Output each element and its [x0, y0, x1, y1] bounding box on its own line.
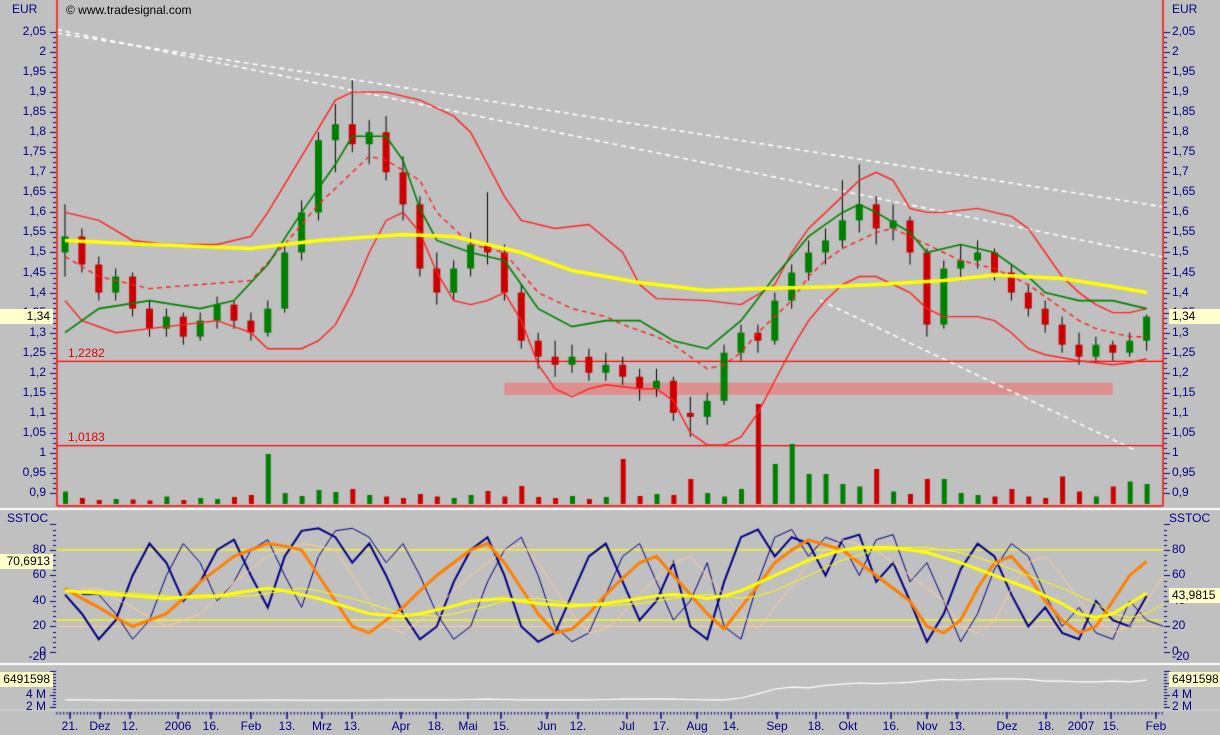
hline-upper-label: 1,2282 [68, 346, 105, 360]
date-tick-label: 17. [652, 719, 670, 733]
price-tick-label: 0,95 [22, 464, 46, 479]
date-tick-label: Feb [1145, 719, 1167, 733]
price-tick-label: 1,65 [1172, 184, 1196, 199]
price-tick-label: 1,2 [29, 364, 46, 379]
price-tick-label: 1,6 [1172, 204, 1189, 219]
price-tick-label: 2 [1172, 44, 1179, 59]
price-tick-label: 1,55 [22, 224, 46, 239]
price-tick-label: 1,25 [1172, 344, 1196, 359]
price-tick-label: 1,4 [29, 284, 46, 299]
volume-tick-label: 2 M [25, 699, 46, 713]
date-tick-label: Dez [996, 719, 1018, 733]
price-tick-label: 1,1 [1172, 404, 1189, 419]
date-tick-label: 13. [278, 719, 296, 733]
price-tick-label: 1,4 [1172, 284, 1189, 299]
price-tick-label: 1,05 [22, 424, 46, 439]
sstoc-current-value-left: 70,6913 [0, 554, 53, 569]
price-tick-label: 1,1 [29, 404, 46, 419]
date-tick-label: 18. [427, 719, 445, 733]
price-tick-label: 1,8 [1172, 124, 1189, 139]
chart-canvas[interactable] [0, 0, 1220, 735]
price-tick-label: 1,9 [29, 84, 46, 99]
price-tick-label: 2,05 [1172, 24, 1196, 38]
price-tick-label: 1,75 [22, 144, 46, 159]
date-tick-label: 14. [722, 719, 740, 733]
price-current-value-left: 1,34 [0, 309, 53, 324]
date-tick-label: 13. [343, 719, 361, 733]
hline-lower-label: 1,0183 [68, 430, 105, 444]
date-tick-label: Okt [838, 719, 858, 733]
price-tick-label: 1,3 [1172, 324, 1189, 339]
volume-current-value-left: 6491598 [0, 672, 53, 687]
price-tick-label: 1,7 [1172, 164, 1189, 179]
price-tick-label: 1,7 [29, 164, 46, 179]
date-tick-label: Jul [619, 719, 635, 733]
date-tick-label: 12. [569, 719, 587, 733]
price-tick-label: 1,45 [22, 264, 46, 279]
sstoc-tick-label: 40 [32, 592, 46, 607]
price-tick-label: 1,2 [1172, 364, 1189, 379]
price-tick-label: 1,6 [29, 204, 46, 219]
sstoc-tick-label: 60 [1172, 567, 1186, 582]
date-tick-label: 16. [882, 719, 900, 733]
price-tick-label: 1,85 [22, 104, 46, 119]
copyright-text: © www.tradesignal.com [66, 3, 192, 17]
date-tick-label: 12. [121, 719, 139, 733]
price-tick-label: 1,5 [29, 244, 46, 259]
sstoc-tick-label: 80 [1172, 541, 1186, 556]
sstoc-tick-label: -20 [28, 649, 46, 663]
price-tick-label: 1,75 [1172, 144, 1196, 159]
price-tick-label: 1,45 [1172, 264, 1196, 279]
price-tick-label: 2 [39, 44, 46, 59]
date-tick-label: 16. [202, 719, 220, 733]
tradesignal-chart-window: EUR EUR © www.tradesignal.com SSTOC SSTO… [0, 0, 1220, 735]
price-tick-label: 1,95 [1172, 64, 1196, 79]
sstoc-panel-title-right: SSTOC [1169, 511, 1211, 525]
price-tick-label: 1,25 [22, 344, 46, 359]
price-tick-label: 0,9 [29, 485, 46, 500]
sstoc-tick-label: 20 [32, 618, 46, 633]
sstoc-tick-label: -20 [1172, 649, 1190, 663]
price-tick-label: 0,95 [1172, 464, 1196, 479]
price-tick-label: 0,9 [1172, 485, 1189, 500]
price-tick-label: 1,95 [22, 64, 46, 79]
date-tick-label: Apr [391, 719, 411, 733]
sstoc-tick-label: 60 [32, 567, 46, 582]
price-tick-label: 1,8 [29, 124, 46, 139]
price-tick-label: 1,05 [1172, 424, 1196, 439]
volume-tick-label: 2 M [1172, 699, 1193, 713]
sstoc-panel-title-left: SSTOC [7, 511, 49, 525]
price-tick-label: 1,15 [22, 384, 46, 399]
date-tick-label: Sep [766, 719, 788, 733]
date-tick-label: 18. [807, 719, 825, 733]
price-tick-label: 1,9 [1172, 84, 1189, 99]
price-tick-label: 1,5 [1172, 244, 1189, 259]
sstoc-current-value-right: 43,9815 [1169, 588, 1220, 603]
price-tick-label: 1 [1172, 444, 1179, 459]
price-tick-label: 1,55 [1172, 224, 1196, 239]
date-tick-label: 18. [1037, 719, 1055, 733]
date-tick-label: Aug [686, 719, 708, 733]
date-tick-label: Mai [458, 719, 478, 733]
price-current-value-right: 1,34 [1169, 309, 1220, 324]
volume-current-value-right: 6491598 [1169, 672, 1220, 687]
sstoc-tick-label: 20 [1172, 618, 1186, 633]
price-tick-label: 1,85 [1172, 104, 1196, 119]
date-tick-label: 15. [1102, 719, 1120, 733]
date-tick-label: Feb [240, 719, 262, 733]
price-tick-label: 1,65 [22, 184, 46, 199]
price-tick-label: 1 [39, 444, 46, 459]
date-tick-label: 13. [948, 719, 966, 733]
date-tick-label: 2006 [164, 719, 192, 733]
price-axis-unit-right: EUR [1172, 2, 1198, 16]
price-tick-label: 1,15 [1172, 384, 1196, 399]
date-tick-label: 15. [492, 719, 510, 733]
price-tick-label: 2,05 [22, 24, 46, 38]
price-tick-label: 1,3 [29, 324, 46, 339]
price-axis-unit-left: EUR [12, 2, 38, 16]
